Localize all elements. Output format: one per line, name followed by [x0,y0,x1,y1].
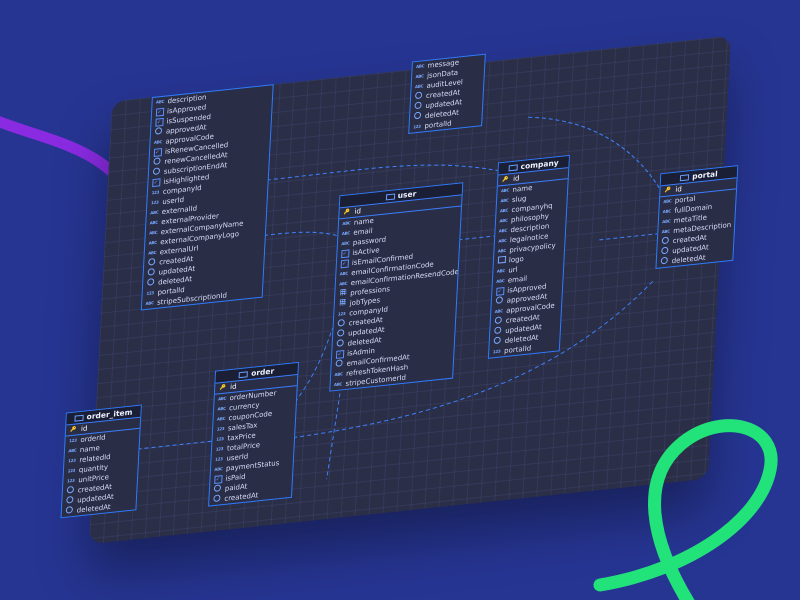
column-name: id [675,185,683,194]
table-icon [508,164,518,172]
table-user[interactable]: useridnameemailpasswordisActiveisEmailCo… [329,182,464,392]
diagram-canvas[interactable]: messagejsonDataauditLevelcreatedAtupdate… [60,35,739,545]
column-name: id [80,424,88,434]
relation-order-user [294,328,334,403]
key-icon [663,185,673,196]
table-title: user [397,189,417,201]
num-icon [412,122,422,133]
abc-icon [333,379,343,390]
relation-order-item-order [137,440,212,450]
table-title: portal [692,169,718,182]
abc-icon [145,298,155,309]
table-icon [385,193,395,201]
table-title: order [250,366,275,378]
relation-user-company [458,235,495,241]
table-partial-top[interactable]: messagejsonDataauditLevelcreatedAtupdate… [408,53,486,134]
column-name: portalId [424,119,452,131]
clock-icon [659,256,669,268]
key-icon [69,424,79,435]
table-portal[interactable]: portalidportalfullDomainmetaTitlemetaDes… [655,165,739,270]
table-order-item[interactable]: order_itemidorderIdnamerelatedIdquantity… [60,404,142,519]
table-order[interactable]: orderidorderNumbercurrencycouponCodesale… [208,361,300,507]
column-name: portalId [503,344,532,356]
table-partial-left[interactable]: descriptionisApprovedisSuspendedapproved… [140,84,274,311]
column-name: id [229,382,237,392]
table-icon [239,371,249,379]
column-name: id [354,207,362,216]
column-name: id [512,174,520,183]
table-company[interactable]: companyidnameslugcompanyhqphilosophydesc… [487,154,570,359]
key-icon [342,207,352,218]
key-icon [218,382,228,393]
num-icon [492,346,502,357]
key-icon [501,174,511,185]
relation-company-portal [599,233,658,241]
relation-partial-left-user [263,231,338,237]
clock-icon [64,505,74,517]
table-icon [74,414,84,422]
clock-icon [212,494,222,506]
table-icon [680,174,690,182]
relation-partial-left-company [266,164,498,181]
